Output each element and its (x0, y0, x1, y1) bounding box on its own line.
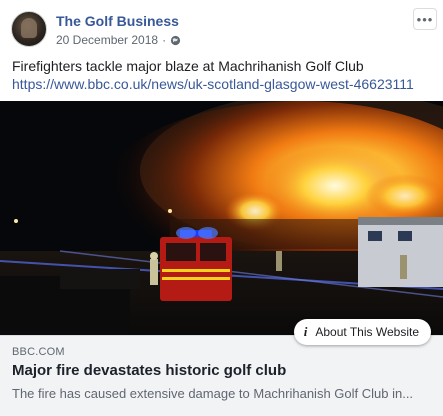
post-url-link[interactable]: https://www.bbc.co.uk/news/uk-scotland-g… (12, 75, 432, 93)
link-headline[interactable]: Major fire devastates historic golf club (12, 362, 286, 379)
post-date[interactable]: 20 December 2018 (56, 33, 158, 47)
more-options-icon: ••• (416, 11, 434, 27)
more-options-button[interactable]: ••• (413, 8, 437, 30)
link-info[interactable]: BBC.COM Major fire devastates historic g… (0, 335, 443, 416)
avatar-image (21, 18, 37, 38)
info-icon: i (303, 324, 308, 339)
link-preview-card[interactable]: i About This Website BBC.COM Major fire … (0, 101, 443, 416)
about-this-website-button[interactable]: i About This Website (293, 319, 431, 345)
facebook-post: The Golf Business 20 December 2018 · •••… (0, 0, 443, 416)
post-meta: 20 December 2018 · (56, 33, 181, 47)
about-this-website-label: About This Website (315, 325, 419, 339)
page-avatar[interactable] (11, 11, 47, 47)
post-message: Firefighters tackle major blaze at Machr… (12, 57, 432, 93)
post-message-text: Firefighters tackle major blaze at Machr… (12, 58, 364, 74)
meta-separator: · (162, 33, 167, 47)
page-name-link[interactable]: The Golf Business (56, 13, 179, 29)
globe-icon[interactable] (170, 35, 181, 46)
fire-scene-illustration (0, 101, 443, 335)
link-domain: BBC.COM (12, 346, 65, 358)
preview-image[interactable] (0, 101, 443, 335)
link-description: The fire has caused extensive damage to … (12, 386, 414, 401)
